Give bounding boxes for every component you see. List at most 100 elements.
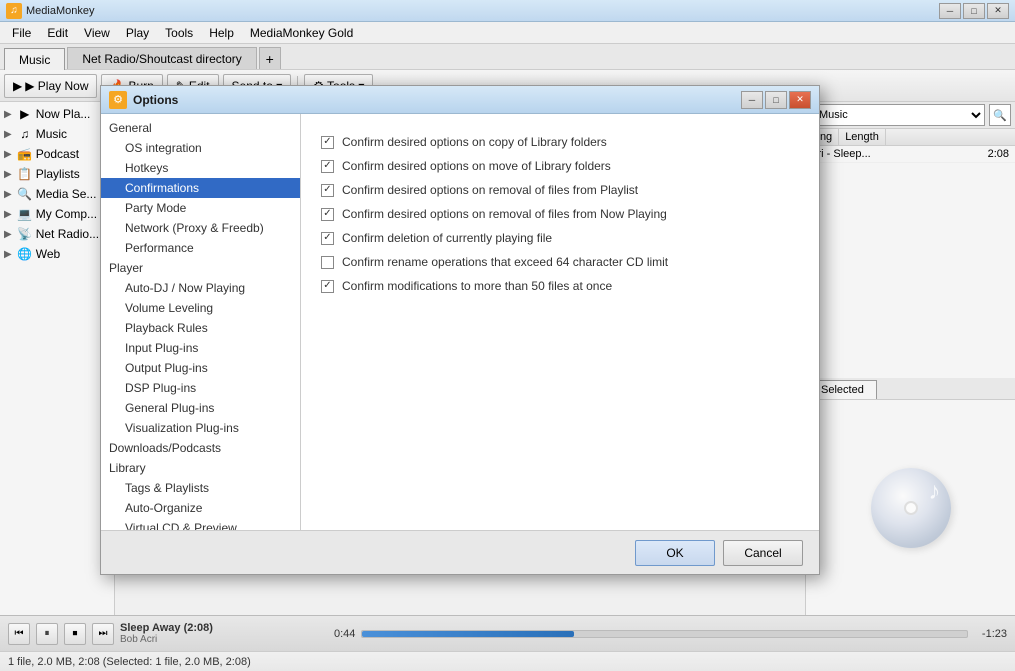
nav-dsp-plugins[interactable]: DSP Plug-ins [101, 378, 300, 398]
main-window: ♫ MediaMonkey ─ □ ✕ File Edit View Play … [0, 0, 1015, 671]
dialog-nav: General OS integration Hotkeys Confirmat… [101, 114, 301, 530]
confirm-delete-playing-label: Confirm deletion of currently playing fi… [342, 231, 552, 245]
sidebar-item-net-radio[interactable]: ▶ 📡 Net Radio... [0, 224, 114, 244]
nav-section-player: Player Auto-DJ / Now Playing Volume Leve… [101, 258, 300, 438]
confirm-modify-files-option[interactable]: Confirm modifications to more than 50 fi… [321, 274, 799, 298]
sidebar-item-podcast[interactable]: ▶ 📻 Podcast [0, 144, 114, 164]
nav-virtual-cd[interactable]: Virtual CD & Preview [101, 518, 300, 530]
tab-add-button[interactable]: + [259, 47, 281, 69]
menu-play[interactable]: Play [118, 24, 157, 42]
cd-placeholder: ♪ [806, 400, 1015, 615]
tab-music[interactable]: Music [4, 48, 65, 70]
progress-bar[interactable] [361, 630, 968, 638]
forward-button[interactable]: ⏭ [92, 623, 114, 645]
track-list-item[interactable]: cri - Sleep... 2:08 [806, 146, 1015, 163]
confirm-copy-library-checkbox[interactable] [321, 136, 334, 149]
confirm-move-library-option[interactable]: Confirm desired options on move of Libra… [321, 154, 799, 178]
confirm-modify-files-label: Confirm modifications to more than 50 fi… [342, 279, 612, 293]
sidebar-item-now-playing[interactable]: ▶ ▶ Now Pla... [0, 104, 114, 124]
confirm-remove-playlist-checkbox[interactable] [321, 184, 334, 197]
nav-hotkeys[interactable]: Hotkeys [101, 158, 300, 178]
play-now-button[interactable]: ▶ ▶ Play Now [4, 74, 97, 98]
dialog-right-panel: Confirm desired options on copy of Libra… [301, 114, 819, 530]
menu-view[interactable]: View [76, 24, 118, 42]
dialog-controls: ─ □ ✕ [741, 91, 811, 109]
confirm-delete-playing-checkbox[interactable] [321, 232, 334, 245]
sidebar-item-my-comp[interactable]: ▶ 💻 My Comp... [0, 204, 114, 224]
dialog-maximize-button[interactable]: □ [765, 91, 787, 109]
sidebar-item-playlists[interactable]: ▶ 📋 Playlists [0, 164, 114, 184]
confirm-modify-files-checkbox[interactable] [321, 280, 334, 293]
close-button[interactable]: ✕ [987, 3, 1009, 19]
nav-tags-playlists[interactable]: Tags & Playlists [101, 478, 300, 498]
menu-mmgold[interactable]: MediaMonkey Gold [242, 24, 361, 42]
now-playing-icon: ▶ [17, 106, 33, 122]
sidebar-item-web[interactable]: ▶ 🌐 Web [0, 244, 114, 264]
nav-section-library: Library Tags & Playlists Auto-Organize V… [101, 458, 300, 530]
nav-party-mode[interactable]: Party Mode [101, 198, 300, 218]
web-icon: 🌐 [17, 246, 33, 262]
player-track-artist: Bob Acri [120, 634, 320, 645]
track-name: cri - Sleep... [812, 148, 871, 160]
sidebar-label-web: Web [36, 247, 60, 261]
sidebar-label-media-se: Media Se... [36, 187, 97, 201]
nav-network[interactable]: Network (Proxy & Freedb) [101, 218, 300, 238]
sidebar-item-media-se[interactable]: ▶ 🔍 Media Se... [0, 184, 114, 204]
menu-help[interactable]: Help [201, 24, 242, 42]
nav-general-plugins[interactable]: General Plug-ins [101, 398, 300, 418]
confirm-rename-cd-option[interactable]: Confirm rename operations that exceed 64… [321, 250, 799, 274]
nav-general-header[interactable]: General [101, 118, 300, 138]
nav-library-header[interactable]: Library [101, 458, 300, 478]
dialog-title-bar: ⚙ Options ─ □ ✕ [101, 86, 819, 114]
nav-confirmations[interactable]: Confirmations [101, 178, 300, 198]
nav-visualization-plugins[interactable]: Visualization Plug-ins [101, 418, 300, 438]
nav-os-integration[interactable]: OS integration [101, 138, 300, 158]
podcast-icon: 📻 [17, 146, 33, 162]
search-icon-button[interactable]: 🔍 [989, 104, 1011, 126]
confirm-remove-nowplaying-checkbox[interactable] [321, 208, 334, 221]
nav-input-plugins[interactable]: Input Plug-ins [101, 338, 300, 358]
nav-downloads-header[interactable]: Downloads/Podcasts [101, 438, 300, 458]
nav-playback-rules[interactable]: Playback Rules [101, 318, 300, 338]
menu-edit[interactable]: Edit [39, 24, 76, 42]
progress-fill [362, 631, 574, 637]
menu-bar: File Edit View Play Tools Help MediaMonk… [0, 22, 1015, 44]
confirm-remove-playlist-option[interactable]: Confirm desired options on removal of fi… [321, 178, 799, 202]
dialog-minimize-button[interactable]: ─ [741, 91, 763, 109]
nav-output-plugins[interactable]: Output Plug-ins [101, 358, 300, 378]
confirm-remove-nowplaying-option[interactable]: Confirm desired options on removal of fi… [321, 202, 799, 226]
nav-performance[interactable]: Performance [101, 238, 300, 258]
right-tabs: Selected [806, 378, 1015, 400]
confirm-copy-library-option[interactable]: Confirm desired options on copy of Libra… [321, 130, 799, 154]
nav-volume-leveling[interactable]: Volume Leveling [101, 298, 300, 318]
tab-netradio[interactable]: Net Radio/Shoutcast directory [67, 47, 256, 69]
sidebar-label-music: Music [36, 127, 67, 141]
confirm-delete-playing-option[interactable]: Confirm deletion of currently playing fi… [321, 226, 799, 250]
confirm-rename-cd-checkbox[interactable] [321, 256, 334, 269]
stop-button[interactable]: ⏹ [64, 623, 86, 645]
confirm-move-library-label: Confirm desired options on move of Libra… [342, 159, 611, 173]
nav-player-header[interactable]: Player [101, 258, 300, 278]
player-track-info: Sleep Away (2:08) Bob Acri [120, 622, 320, 645]
rewind-button[interactable]: ⏮ [8, 623, 30, 645]
nav-auto-dj[interactable]: Auto-DJ / Now Playing [101, 278, 300, 298]
right-list-header: ying Length [806, 129, 1015, 146]
nav-auto-organize[interactable]: Auto-Organize [101, 498, 300, 518]
play-icon: ▶ [13, 79, 22, 93]
dialog-close-button[interactable]: ✕ [789, 91, 811, 109]
sidebar-item-music[interactable]: ▶ ♫ Music [0, 124, 114, 144]
minimize-button[interactable]: ─ [939, 3, 961, 19]
maximize-button[interactable]: □ [963, 3, 985, 19]
expand-arrow-media: ▶ [4, 189, 12, 200]
play-pause-button[interactable]: ⏸ [36, 623, 58, 645]
confirm-remove-playlist-label: Confirm desired options on removal of fi… [342, 183, 638, 197]
options-dialog: ⚙ Options ─ □ ✕ General OS integration H… [100, 85, 820, 575]
confirm-move-library-checkbox[interactable] [321, 160, 334, 173]
cancel-button[interactable]: Cancel [723, 540, 803, 566]
music-dropdown[interactable]: Music [810, 104, 985, 126]
ok-button[interactable]: OK [635, 540, 715, 566]
menu-tools[interactable]: Tools [157, 24, 201, 42]
track-length: 2:08 [988, 148, 1009, 160]
menu-file[interactable]: File [4, 24, 39, 42]
status-text: 1 file, 2.0 MB, 2:08 (Selected: 1 file, … [8, 656, 251, 668]
